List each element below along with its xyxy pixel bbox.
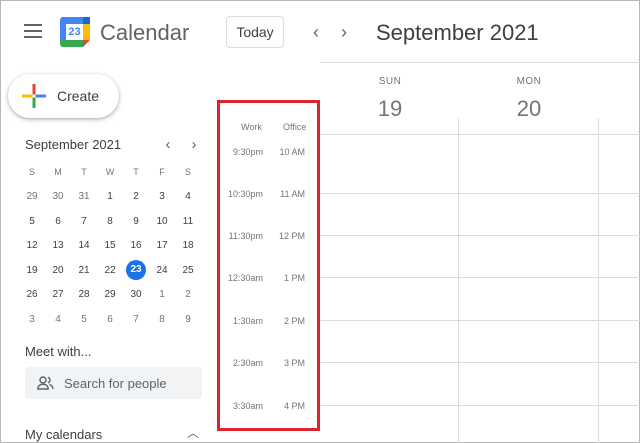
mini-weekday: M <box>54 167 62 178</box>
day-column-divider <box>598 118 599 443</box>
mini-week-row: 5 6 7 8 9 10 11 <box>19 209 202 234</box>
hour-line <box>320 277 640 278</box>
mini-day[interactable]: 1 <box>149 289 175 300</box>
mini-day[interactable]: 14 <box>71 240 97 251</box>
mini-day-today[interactable]: 23 <box>123 260 149 281</box>
grid-top-border <box>320 62 640 63</box>
mini-day[interactable]: 18 <box>175 240 201 251</box>
day-of-week: MON <box>516 76 542 87</box>
my-calendars-title[interactable]: My calendars <box>25 427 102 442</box>
plus-icon <box>22 84 46 108</box>
mini-day[interactable]: 19 <box>19 265 45 276</box>
day-of-week: SUN <box>378 76 402 87</box>
chevron-up-icon[interactable]: ︿ <box>184 424 202 440</box>
mini-day[interactable]: 6 <box>45 216 71 227</box>
app-title: Calendar <box>100 20 190 45</box>
mini-week-row: 3 4 5 6 7 8 9 <box>19 307 202 332</box>
mini-weekday: F <box>159 167 165 178</box>
hour-line <box>320 320 640 321</box>
mini-day[interactable]: 8 <box>97 216 123 227</box>
hamburger-menu-icon[interactable] <box>24 24 42 38</box>
current-period: September 2021 <box>376 20 539 45</box>
mini-calendar-grid: S M T W T F S 29 30 31 1 2 3 4 5 6 7 8 9… <box>19 160 202 332</box>
mini-weekday: S <box>28 167 35 178</box>
today-marker: 23 <box>126 260 146 281</box>
mini-day[interactable]: 17 <box>149 240 175 251</box>
hour-line <box>320 362 640 363</box>
mini-day[interactable]: 10 <box>149 216 175 227</box>
logo-number: 23 <box>68 26 81 38</box>
mini-day[interactable]: 4 <box>45 314 71 325</box>
mini-prev-chevron-icon[interactable]: ‹ <box>158 134 178 154</box>
mini-day[interactable]: 25 <box>175 265 201 276</box>
mini-day[interactable]: 2 <box>175 289 201 300</box>
hour-line <box>320 193 640 194</box>
mini-day[interactable]: 31 <box>71 191 97 202</box>
mini-day[interactable]: 13 <box>45 240 71 251</box>
day-number[interactable]: 20 <box>505 96 553 122</box>
hour-line <box>320 235 640 236</box>
mini-day[interactable]: 2 <box>123 191 149 202</box>
mini-day[interactable]: 3 <box>19 314 45 325</box>
mini-day[interactable]: 21 <box>71 265 97 276</box>
mini-day[interactable]: 11 <box>175 216 201 227</box>
mini-day[interactable]: 24 <box>149 265 175 276</box>
mini-day[interactable]: 7 <box>123 314 149 325</box>
meet-with-title: Meet with... <box>25 344 92 359</box>
mini-day[interactable]: 22 <box>97 265 123 276</box>
hour-line <box>320 405 640 406</box>
search-placeholder: Search for people <box>64 375 167 391</box>
mini-week-row: 19 20 21 22 23 24 25 <box>19 258 202 283</box>
mini-week-row: 12 13 14 15 16 17 18 <box>19 234 202 259</box>
people-icon <box>37 376 54 390</box>
mini-day[interactable]: 15 <box>97 240 123 251</box>
mini-weekday: W <box>105 167 115 178</box>
mini-day[interactable]: 1 <box>97 191 123 202</box>
mini-weekday: T <box>133 167 139 178</box>
mini-day[interactable]: 30 <box>123 289 149 300</box>
mini-day[interactable]: 6 <box>97 314 123 325</box>
mini-weekday: S <box>184 167 191 178</box>
mini-day[interactable]: 16 <box>123 240 149 251</box>
mini-day[interactable]: 5 <box>19 216 45 227</box>
day-column-divider <box>458 118 459 443</box>
chevron-right-icon[interactable]: › <box>334 22 354 42</box>
mini-day[interactable]: 4 <box>175 191 201 202</box>
mini-day[interactable]: 12 <box>19 240 45 251</box>
chevron-left-icon[interactable]: ‹ <box>306 22 326 42</box>
all-day-divider <box>320 134 640 135</box>
mini-day[interactable]: 3 <box>149 191 175 202</box>
mini-week-row: 26 27 28 29 30 1 2 <box>19 283 202 308</box>
mini-calendar-title: September 2021 <box>25 137 122 152</box>
mini-day[interactable]: 9 <box>123 216 149 227</box>
mini-day[interactable]: 20 <box>45 265 71 276</box>
create-button[interactable]: Create <box>8 74 119 118</box>
mini-day[interactable]: 30 <box>45 191 71 202</box>
mini-day[interactable]: 9 <box>175 314 201 325</box>
mini-day[interactable]: 29 <box>97 289 123 300</box>
mini-weekday-row: S M T W T F S <box>19 160 202 185</box>
today-button[interactable]: Today <box>226 16 284 48</box>
time-zones-highlight-box <box>217 100 320 431</box>
mini-day[interactable]: 28 <box>71 289 97 300</box>
mini-weekday: T <box>81 167 87 178</box>
mini-day[interactable]: 27 <box>45 289 71 300</box>
create-label: Create <box>57 88 100 104</box>
mini-week-row: 29 30 31 1 2 3 4 <box>19 185 202 210</box>
search-people-input[interactable]: Search for people <box>25 367 202 399</box>
calendar-logo: 23 <box>59 16 91 48</box>
mini-day[interactable]: 7 <box>71 216 97 227</box>
mini-day[interactable]: 26 <box>19 289 45 300</box>
day-number[interactable]: 19 <box>366 96 414 122</box>
mini-day[interactable]: 8 <box>149 314 175 325</box>
mini-next-chevron-icon[interactable]: › <box>184 134 204 154</box>
mini-day[interactable]: 5 <box>71 314 97 325</box>
mini-day[interactable]: 29 <box>19 191 45 202</box>
